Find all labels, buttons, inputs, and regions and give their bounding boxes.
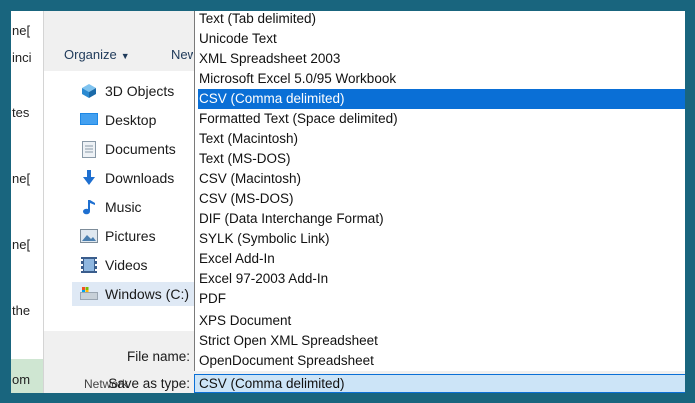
save-type-option[interactable]: Excel 97-2003 Add-In (198, 269, 685, 289)
save-type-option[interactable]: OpenDocument Spreadsheet (198, 351, 685, 371)
nav-item-label: Downloads (105, 170, 175, 186)
save-as-type-label: Save as type: (108, 376, 190, 391)
desktop-icon (80, 111, 98, 129)
navigation-pane: 3D Objects Desktop Documents Downloads M… (44, 71, 198, 391)
documents-icon (80, 140, 98, 158)
save-type-option[interactable]: XPS Document (198, 311, 685, 331)
background-sheet: ne[ inci tes ne[ ne[ the om (11, 11, 44, 393)
save-type-option[interactable]: PDF (198, 289, 685, 309)
save-type-option[interactable]: Text (Tab delimited) (198, 11, 685, 29)
music-icon (80, 198, 98, 216)
downloads-icon (80, 169, 98, 187)
background-text: ne[ (12, 237, 31, 252)
nav-item-label: Music (105, 199, 142, 215)
save-as-dialog: Organize ▼ New 3D Objects Desktop Documen… (44, 11, 685, 393)
new-folder-button[interactable]: New (171, 47, 193, 62)
background-text: the (12, 303, 31, 318)
pictures-icon (80, 227, 98, 245)
background-text: inci (12, 50, 32, 65)
save-type-option[interactable]: DIF (Data Interchange Format) (198, 209, 685, 229)
save-type-option[interactable]: Formatted Text (Space delimited) (198, 109, 685, 129)
nav-item-windows-drive[interactable]: Windows (C:) (72, 282, 198, 306)
nav-item-label: 3D Objects (105, 83, 175, 99)
save-type-option[interactable]: Microsoft Excel 5.0/95 Workbook (198, 69, 685, 89)
save-type-option[interactable]: Text (MS-DOS) (198, 149, 685, 169)
nav-item-label: Documents (105, 141, 176, 157)
chevron-down-icon: ▼ (120, 51, 130, 61)
screenshot-frame: ne[ inci tes ne[ ne[ the om Organize ▼ Ne… (11, 11, 685, 393)
nav-item-pictures[interactable]: Pictures (80, 224, 156, 248)
nav-item-label: Desktop (105, 112, 157, 128)
nav-item-label: Windows (C:) (105, 286, 190, 302)
nav-item-desktop[interactable]: Desktop (80, 108, 156, 132)
save-as-type-select[interactable]: CSV (Comma delimited) (194, 374, 685, 393)
nav-item-music[interactable]: Music (80, 195, 142, 219)
save-type-option[interactable]: XML Spreadsheet 2003 (198, 49, 685, 69)
save-type-option[interactable]: CSV (Macintosh) (198, 169, 685, 189)
save-as-type-dropdown-list[interactable]: Text (Tab delimited) Unicode Text XML Sp… (194, 11, 685, 371)
background-text: ne[ (12, 171, 31, 186)
nav-item-label: Videos (105, 257, 148, 273)
save-type-option[interactable]: Strict Open XML Spreadsheet (198, 331, 685, 351)
nav-item-documents[interactable]: Documents (80, 137, 176, 161)
save-type-option[interactable]: SYLK (Symbolic Link) (198, 229, 685, 249)
background-text: ne[ (12, 23, 31, 38)
file-name-label: File name: (126, 349, 190, 364)
videos-icon (80, 256, 98, 274)
save-type-option[interactable]: Excel Add-In (198, 249, 685, 269)
nav-item-3d-objects[interactable]: 3D Objects (80, 79, 174, 103)
nav-item-videos[interactable]: Videos (80, 253, 148, 277)
organize-button[interactable]: Organize ▼ (64, 47, 130, 62)
save-type-option[interactable]: Text (Macintosh) (198, 129, 685, 149)
save-type-option[interactable]: Unicode Text (198, 29, 685, 49)
background-text: om (12, 372, 31, 387)
nav-item-label: Pictures (105, 228, 156, 244)
3d-objects-icon (80, 82, 98, 100)
organize-label: Organize (64, 47, 117, 62)
background-cell: om (11, 359, 43, 393)
nav-item-downloads[interactable]: Downloads (80, 166, 174, 190)
background-text: tes (12, 105, 30, 120)
drive-icon (80, 285, 98, 303)
save-type-option-selected[interactable]: CSV (Comma delimited) (198, 89, 685, 109)
save-type-option[interactable]: CSV (MS-DOS) (198, 189, 685, 209)
